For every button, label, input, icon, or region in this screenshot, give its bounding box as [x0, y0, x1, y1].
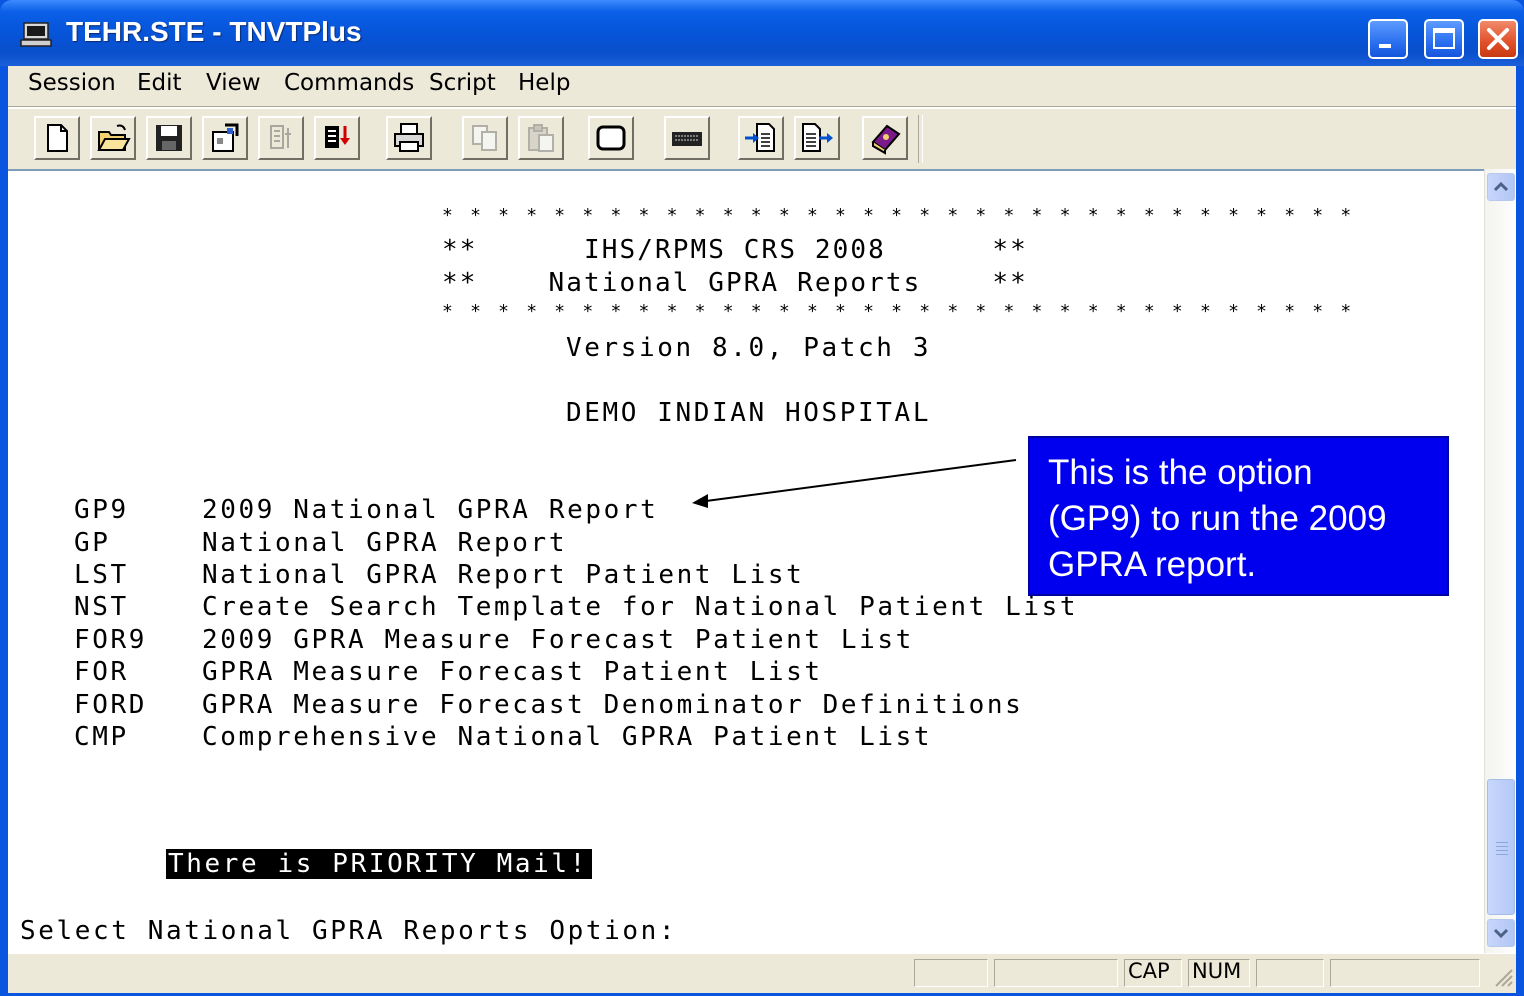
open-button[interactable] [90, 116, 136, 160]
connect-settings-button[interactable] [314, 116, 360, 160]
new-button[interactable] [34, 116, 80, 160]
option-label-for9[interactable]: 2009 GPRA Measure Forecast Patient List [202, 625, 914, 655]
menu-bar: Session Edit View Commands Script Help [8, 66, 1516, 104]
chevron-up-icon [1493, 181, 1509, 192]
terminal-computer-icon [20, 22, 52, 47]
caps-lock-indicator: CAP [1128, 959, 1170, 983]
connect-settings-icon [325, 126, 350, 148]
option-code-nst[interactable]: NST [74, 592, 129, 622]
disabled-settings-icon [270, 125, 291, 149]
help-book-icon [871, 124, 901, 155]
banner-top-border: * * * * * * * * * * * * * * * * * * * * … [442, 205, 1355, 226]
maximize-icon [1433, 28, 1455, 49]
option-label-gp9[interactable]: 2009 National GPRA Report [202, 495, 658, 525]
disabled-settings-button[interactable] [258, 116, 304, 160]
scroll-thumb[interactable] [1487, 779, 1515, 915]
priority-line: There is PRIORITY Mail! [20, 819, 592, 909]
copy-button[interactable] [462, 116, 508, 160]
screen-button[interactable] [588, 116, 634, 160]
properties-button[interactable] [202, 116, 248, 160]
menu-help[interactable]: Help [518, 70, 570, 96]
close-button[interactable] [1478, 19, 1518, 59]
toolbar-separator [918, 115, 923, 163]
paste-button[interactable] [518, 116, 564, 160]
option-label-lst[interactable]: National GPRA Report Patient List [202, 560, 804, 590]
option-code-gp[interactable]: GP [74, 528, 111, 558]
scroll-up-button[interactable] [1487, 173, 1515, 201]
menu-session[interactable]: Session [28, 70, 116, 96]
title-bar[interactable]: TEHR.STE - TNVTPlus [0, 0, 1524, 66]
option-label-for[interactable]: GPRA Measure Forecast Patient List [202, 657, 823, 687]
minimize-icon [1379, 44, 1391, 48]
banner-title-line: ** IHS/RPMS CRS 2008 ** [442, 235, 1028, 265]
keyboard-icon [672, 132, 702, 146]
priority-mail-message: There is PRIORITY Mail! [166, 849, 592, 879]
option-label-gp[interactable]: National GPRA Report [202, 528, 567, 558]
properties-icon [212, 123, 239, 152]
save-disk-icon [156, 125, 182, 151]
chevron-down-icon [1493, 928, 1509, 939]
new-document-icon [47, 124, 68, 152]
callout-line-1: This is the option [1048, 453, 1313, 492]
num-lock-indicator: NUM [1192, 959, 1242, 983]
send-file-button[interactable] [794, 116, 840, 160]
status-panel-1 [914, 959, 988, 987]
print-icon [394, 123, 424, 152]
status-panel-2 [994, 959, 1118, 987]
maximize-button[interactable] [1424, 19, 1464, 59]
copy-icon [472, 125, 497, 151]
menu-edit[interactable]: Edit [137, 70, 182, 96]
menu-view[interactable]: View [206, 70, 261, 96]
status-bar: CAP NUM [8, 953, 1516, 993]
option-code-for9[interactable]: FOR9 [74, 625, 147, 655]
banner-bottom-border: * * * * * * * * * * * * * * * * * * * * … [442, 301, 1355, 322]
status-panel-5 [1256, 959, 1324, 987]
annotation-callout: This is the option (GP9) to run the 2009… [1028, 436, 1449, 596]
window-title: TEHR.STE - TNVTPlus [66, 16, 362, 47]
status-panel-6 [1330, 959, 1480, 987]
minimize-button[interactable] [1368, 19, 1408, 59]
resize-grip-icon[interactable] [1492, 966, 1514, 988]
print-button[interactable] [386, 116, 432, 160]
callout-line-3: GPRA report. [1048, 545, 1257, 584]
version-line: Version 8.0, Patch 3 [566, 333, 932, 363]
banner-subtitle-line: ** National GPRA Reports ** [442, 268, 1028, 298]
toolbar [8, 109, 1516, 169]
menu-commands[interactable]: Commands [284, 70, 414, 96]
option-code-cmp[interactable]: CMP [74, 722, 129, 752]
option-code-lst[interactable]: LST [74, 560, 129, 590]
option-label-ford[interactable]: GPRA Measure Forecast Denominator Defini… [202, 690, 1023, 720]
paste-icon [528, 124, 554, 152]
command-prompt[interactable]: Select National GPRA Reports Option: [20, 916, 677, 946]
keyboard-button[interactable] [664, 116, 710, 160]
callout-line-2: (GP9) to run the 2009 [1048, 499, 1387, 538]
option-code-ford[interactable]: FORD [74, 690, 147, 720]
screen-icon [596, 125, 626, 151]
vertical-scrollbar[interactable] [1484, 169, 1516, 953]
save-button[interactable] [146, 116, 192, 160]
scroll-down-button[interactable] [1487, 919, 1515, 947]
option-code-for[interactable]: FOR [74, 657, 129, 687]
option-label-cmp[interactable]: Comprehensive National GPRA Patient List [202, 722, 932, 752]
open-folder-icon [97, 124, 131, 151]
receive-file-button[interactable] [738, 116, 784, 160]
send-file-icon [802, 123, 833, 152]
menu-script[interactable]: Script [429, 70, 496, 96]
option-label-nst[interactable]: Create Search Template for National Pati… [202, 592, 1078, 622]
receive-file-icon [745, 123, 775, 152]
option-code-gp9[interactable]: GP9 [74, 495, 129, 525]
facility-name: DEMO INDIAN HOSPITAL [566, 398, 932, 428]
close-icon [1487, 28, 1509, 50]
help-book-button[interactable] [862, 116, 908, 160]
